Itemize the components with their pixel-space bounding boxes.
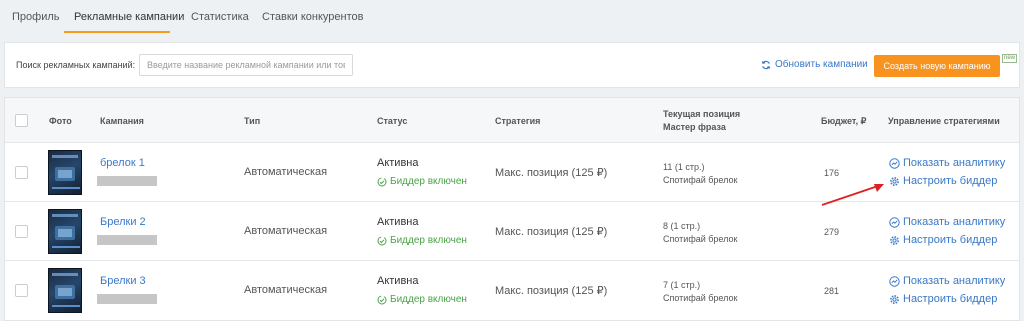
product-thumbnail (48, 268, 82, 313)
analytics-icon (889, 157, 900, 169)
header-current-position: Текущая позиция (663, 109, 741, 119)
strategy-value: Макс. позиция (125 ₽) (495, 226, 608, 238)
configure-bidder-link[interactable]: Настроить биддер (889, 175, 997, 187)
current-position: 8 (1 стр.) (663, 221, 701, 231)
master-phrase: Спотифай брелок (663, 293, 738, 303)
show-analytics-link[interactable]: Показать аналитику (889, 157, 1005, 169)
table-row: Брелки 3 Автоматическая Активна Биддер в… (5, 261, 1019, 320)
active-tab-indicator (64, 31, 170, 33)
configure-bidder-label: Настроить биддер (903, 234, 998, 246)
bidder-label: Биддер включен (390, 235, 467, 246)
bidder-status: Биддер включен (377, 176, 467, 187)
refresh-label: Обновить кампании (775, 59, 868, 70)
show-analytics-label: Показать аналитику (903, 275, 1006, 287)
master-phrase: Спотифай брелок (663, 175, 738, 185)
bidder-status: Биддер включен (377, 235, 467, 246)
table-header: Фото Кампания Тип Статус Стратегия Текущ… (5, 98, 1019, 143)
bidder-status: Биддер включен (377, 294, 467, 305)
row-checkbox[interactable] (15, 225, 28, 238)
budget-value: 176 (823, 168, 839, 178)
tab-statistics[interactable]: Статистика (191, 11, 249, 23)
budget-value: 279 (823, 227, 839, 237)
configure-bidder-label: Настроить биддер (903, 175, 998, 187)
search-input[interactable] (139, 54, 353, 76)
search-label: Поиск рекламных кампаний: (16, 60, 136, 70)
campaign-type: Автоматическая (244, 284, 328, 296)
gear-icon (890, 176, 899, 186)
analytics-icon (889, 216, 900, 228)
cycle-check-icon (377, 236, 387, 245)
row-checkbox[interactable] (15, 166, 28, 179)
product-thumbnail (48, 209, 82, 254)
cycle-check-icon (377, 177, 387, 186)
header-strategy-management: Управление стратегиями (888, 116, 1000, 126)
refresh-campaigns-button[interactable]: Обновить кампании (761, 59, 868, 70)
budget-value: 281 (823, 286, 839, 296)
create-campaign-button[interactable]: Создать новую кампанию (874, 55, 1000, 77)
refresh-icon (761, 60, 771, 69)
strategy-value: Макс. позиция (125 ₽) (495, 285, 608, 297)
header-campaign: Кампания (100, 116, 144, 126)
master-phrase: Спотифай брелок (663, 234, 738, 244)
new-badge: new (1002, 54, 1018, 63)
row-checkbox[interactable] (15, 284, 28, 297)
header-strategy: Стратегия (495, 116, 541, 126)
current-position: 11 (1 стр.) (663, 162, 705, 172)
table-row: Брелки 2 Автоматическая Активна Биддер в… (5, 202, 1019, 261)
show-analytics-link[interactable]: Показать аналитику (889, 275, 1005, 287)
tab-bar: Профиль Рекламные кампании Статистика Ст… (0, 0, 1024, 34)
select-all-checkbox[interactable] (15, 114, 28, 127)
strategy-value: Макс. позиция (125 ₽) (495, 167, 608, 179)
campaigns-table: Фото Кампания Тип Статус Стратегия Текущ… (4, 97, 1020, 321)
gear-icon (890, 294, 899, 304)
redacted-text (97, 235, 157, 245)
tab-competitor-bids[interactable]: Ставки конкурентов (262, 11, 363, 23)
campaign-status: Активна (377, 216, 419, 228)
campaign-link[interactable]: Брелки 2 (100, 216, 146, 228)
campaign-type: Автоматическая (244, 225, 328, 237)
campaign-link[interactable]: Брелки 3 (100, 275, 146, 287)
header-status: Статус (377, 116, 408, 126)
gear-icon (890, 235, 899, 245)
header-budget: Бюджет, ₽ (821, 116, 867, 126)
analytics-icon (889, 275, 900, 287)
header-master-phrase: Мастер фраза (663, 122, 726, 132)
configure-bidder-label: Настроить биддер (903, 293, 998, 305)
header-type: Тип (244, 116, 261, 126)
bidder-label: Биддер включен (390, 294, 467, 305)
product-thumbnail (48, 150, 82, 195)
campaign-link[interactable]: брелок 1 (100, 157, 145, 169)
show-analytics-label: Показать аналитику (903, 157, 1006, 169)
configure-bidder-link[interactable]: Настроить биддер (889, 293, 997, 305)
cycle-check-icon (377, 295, 387, 304)
campaign-type: Автоматическая (244, 166, 328, 178)
show-analytics-link[interactable]: Показать аналитику (889, 216, 1005, 228)
redacted-text (97, 176, 157, 186)
header-photo: Фото (49, 116, 72, 126)
bidder-label: Биддер включен (390, 176, 467, 187)
redacted-text (97, 294, 157, 304)
campaign-status: Активна (377, 157, 419, 169)
show-analytics-label: Показать аналитику (903, 216, 1006, 228)
red-arrow-annotation (821, 184, 884, 206)
tab-ad-campaigns[interactable]: Рекламные кампании (74, 11, 184, 23)
tab-profile[interactable]: Профиль (12, 11, 60, 23)
configure-bidder-link[interactable]: Настроить биддер (889, 234, 997, 246)
toolbar: Поиск рекламных кампаний: Обновить кампа… (4, 42, 1020, 88)
campaign-status: Активна (377, 275, 419, 287)
current-position: 7 (1 стр.) (663, 280, 701, 290)
